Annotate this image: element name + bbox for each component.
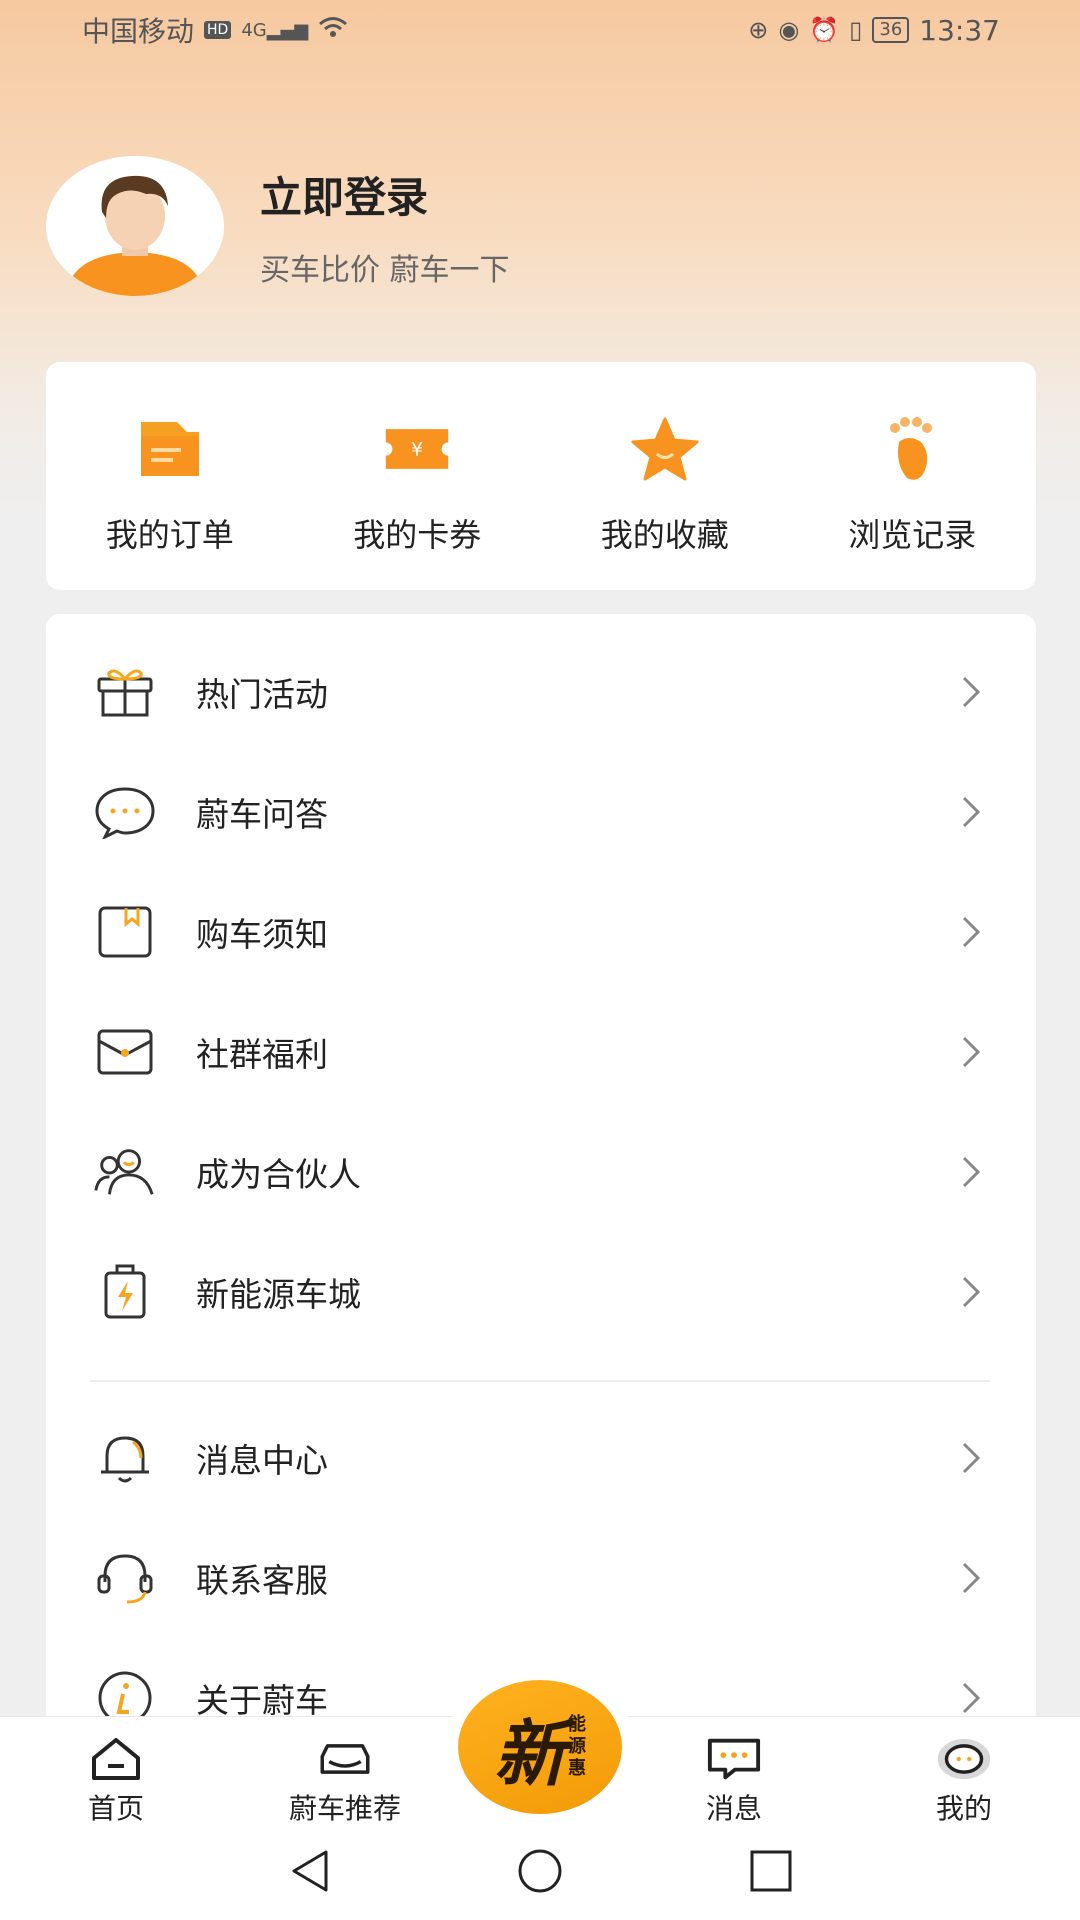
profile-text: 立即登录 买车比价 蔚车一下 [260, 164, 510, 289]
signal-icon: 4G▂▄▆ [241, 19, 309, 41]
menu-item-label: 联系客服 [196, 1561, 328, 1600]
gift-icon [92, 659, 158, 725]
menu-item-message-center[interactable]: 消息中心 [46, 1398, 1036, 1518]
shortcut-card: 我的订单 ¥ 我的卡券 我的收藏 浏览记录 [46, 362, 1036, 590]
shortcut-label: 浏览记录 [848, 516, 977, 554]
home-circle-icon[interactable] [515, 1848, 565, 1894]
menu-item-label: 热门活动 [196, 675, 328, 714]
tab-home[interactable]: 首页 [36, 1735, 196, 1827]
notice-book-icon [92, 899, 158, 965]
tab-messages[interactable]: 消息 [654, 1735, 814, 1827]
login-subtitle: 买车比价 蔚车一下 [260, 252, 510, 288]
shortcut-my-coupons[interactable]: ¥ 我的卡券 [294, 362, 542, 590]
back-icon[interactable] [286, 1848, 336, 1894]
chevron-right-icon [962, 1036, 981, 1068]
chevron-right-icon [962, 796, 981, 828]
tab-label: 蔚车推荐 [288, 1792, 401, 1825]
menu-item-community-benefits[interactable]: 社群福利 [46, 992, 1036, 1112]
tab-recommend[interactable]: 蔚车推荐 [265, 1735, 425, 1827]
profile-header[interactable]: 立即登录 买车比价 蔚车一下 [46, 156, 510, 296]
chevron-right-icon [962, 1156, 981, 1188]
svg-text:¥: ¥ [411, 439, 423, 461]
tab-label: 首页 [87, 1792, 144, 1825]
chevron-right-icon [962, 1276, 981, 1308]
shortcut-label: 我的订单 [105, 516, 234, 554]
chat-bubble-icon [92, 779, 158, 845]
star-icon [630, 414, 700, 484]
status-bar: 中国移动 HD 4G▂▄▆ ⊕ ◉ ⏰ ▯ 36 13:37 [0, 0, 1080, 60]
chevron-right-icon [962, 1562, 981, 1594]
center-button-side-text: 能 源 惠 [568, 1714, 586, 1779]
menu-item-label: 蔚车问答 [196, 795, 328, 834]
menu-item-customer-service[interactable]: 联系客服 [46, 1518, 1036, 1638]
alarm-icon: ⏰ [809, 16, 840, 44]
shortcut-my-favorites[interactable]: 我的收藏 [541, 362, 789, 590]
tab-label: 消息 [705, 1792, 762, 1825]
shortcut-label: 我的卡券 [353, 516, 482, 554]
chevron-right-icon [962, 916, 981, 948]
chevron-right-icon [962, 676, 981, 708]
chevron-right-icon [962, 1682, 981, 1714]
login-title[interactable]: 立即登录 [260, 164, 510, 225]
clock-time: 13:37 [919, 13, 1000, 47]
shortcut-label: 我的收藏 [600, 516, 729, 554]
menu-item-hot-activities[interactable]: 热门活动 [46, 632, 1036, 752]
recents-square-icon[interactable] [746, 1848, 796, 1894]
center-button-main-char: 新 [493, 1711, 566, 1796]
footprint-icon [877, 414, 947, 484]
menu-item-label: 新能源车城 [196, 1275, 361, 1314]
menu-item-label: 社群福利 [196, 1035, 328, 1074]
headset-icon [92, 1545, 158, 1611]
menu-item-become-partner[interactable]: 成为合伙人 [46, 1112, 1036, 1232]
bell-icon [92, 1425, 158, 1491]
tab-label: 我的 [935, 1792, 992, 1825]
battery-charge-icon [92, 1259, 158, 1325]
envelope-icon [92, 1019, 158, 1085]
hd-badge: HD [204, 21, 232, 39]
center-ev-deals-button[interactable]: 新 能 源 惠 [458, 1680, 622, 1814]
status-left: 中国移动 HD 4G▂▄▆ [82, 10, 348, 50]
chevron-right-icon [962, 1442, 981, 1474]
carrier-name: 中国移动 [82, 15, 195, 48]
coupon-icon: ¥ [382, 414, 452, 484]
menu-card: 热门活动 蔚车问答 购车须知 社群福利 成为合伙人 新能源车城 消息中心 联系客… [46, 614, 1036, 1734]
eye-icon: ◉ [778, 16, 800, 44]
status-right: ⊕ ◉ ⏰ ▯ 36 13:37 [748, 14, 1000, 47]
menu-item-label: 成为合伙人 [196, 1155, 361, 1194]
profile-face-icon [936, 1735, 992, 1783]
wifi-icon [318, 15, 348, 45]
shortcut-browse-history[interactable]: 浏览记录 [789, 362, 1037, 590]
menu-item-qa[interactable]: 蔚车问答 [46, 752, 1036, 872]
menu-item-purchase-notice[interactable]: 购车须知 [46, 872, 1036, 992]
message-icon [706, 1735, 762, 1783]
partner-icon [92, 1139, 158, 1205]
tab-mine[interactable]: 我的 [884, 1735, 1044, 1827]
menu-item-label: 关于蔚车 [196, 1681, 328, 1720]
avatar[interactable] [46, 156, 224, 296]
data-saver-icon: ⊕ [748, 16, 769, 44]
menu-divider [90, 1380, 990, 1382]
shortcut-my-orders[interactable]: 我的订单 [46, 362, 294, 590]
system-nav-bar [0, 1822, 1080, 1920]
order-icon [135, 414, 205, 484]
home-icon [88, 1735, 144, 1783]
menu-item-ev-mall[interactable]: 新能源车城 [46, 1232, 1036, 1352]
car-icon [317, 1735, 373, 1783]
menu-item-label: 购车须知 [196, 915, 328, 954]
battery-icon: 36 [872, 17, 910, 43]
vibrate-icon: ▯ [849, 16, 863, 44]
menu-item-label: 消息中心 [196, 1441, 328, 1480]
